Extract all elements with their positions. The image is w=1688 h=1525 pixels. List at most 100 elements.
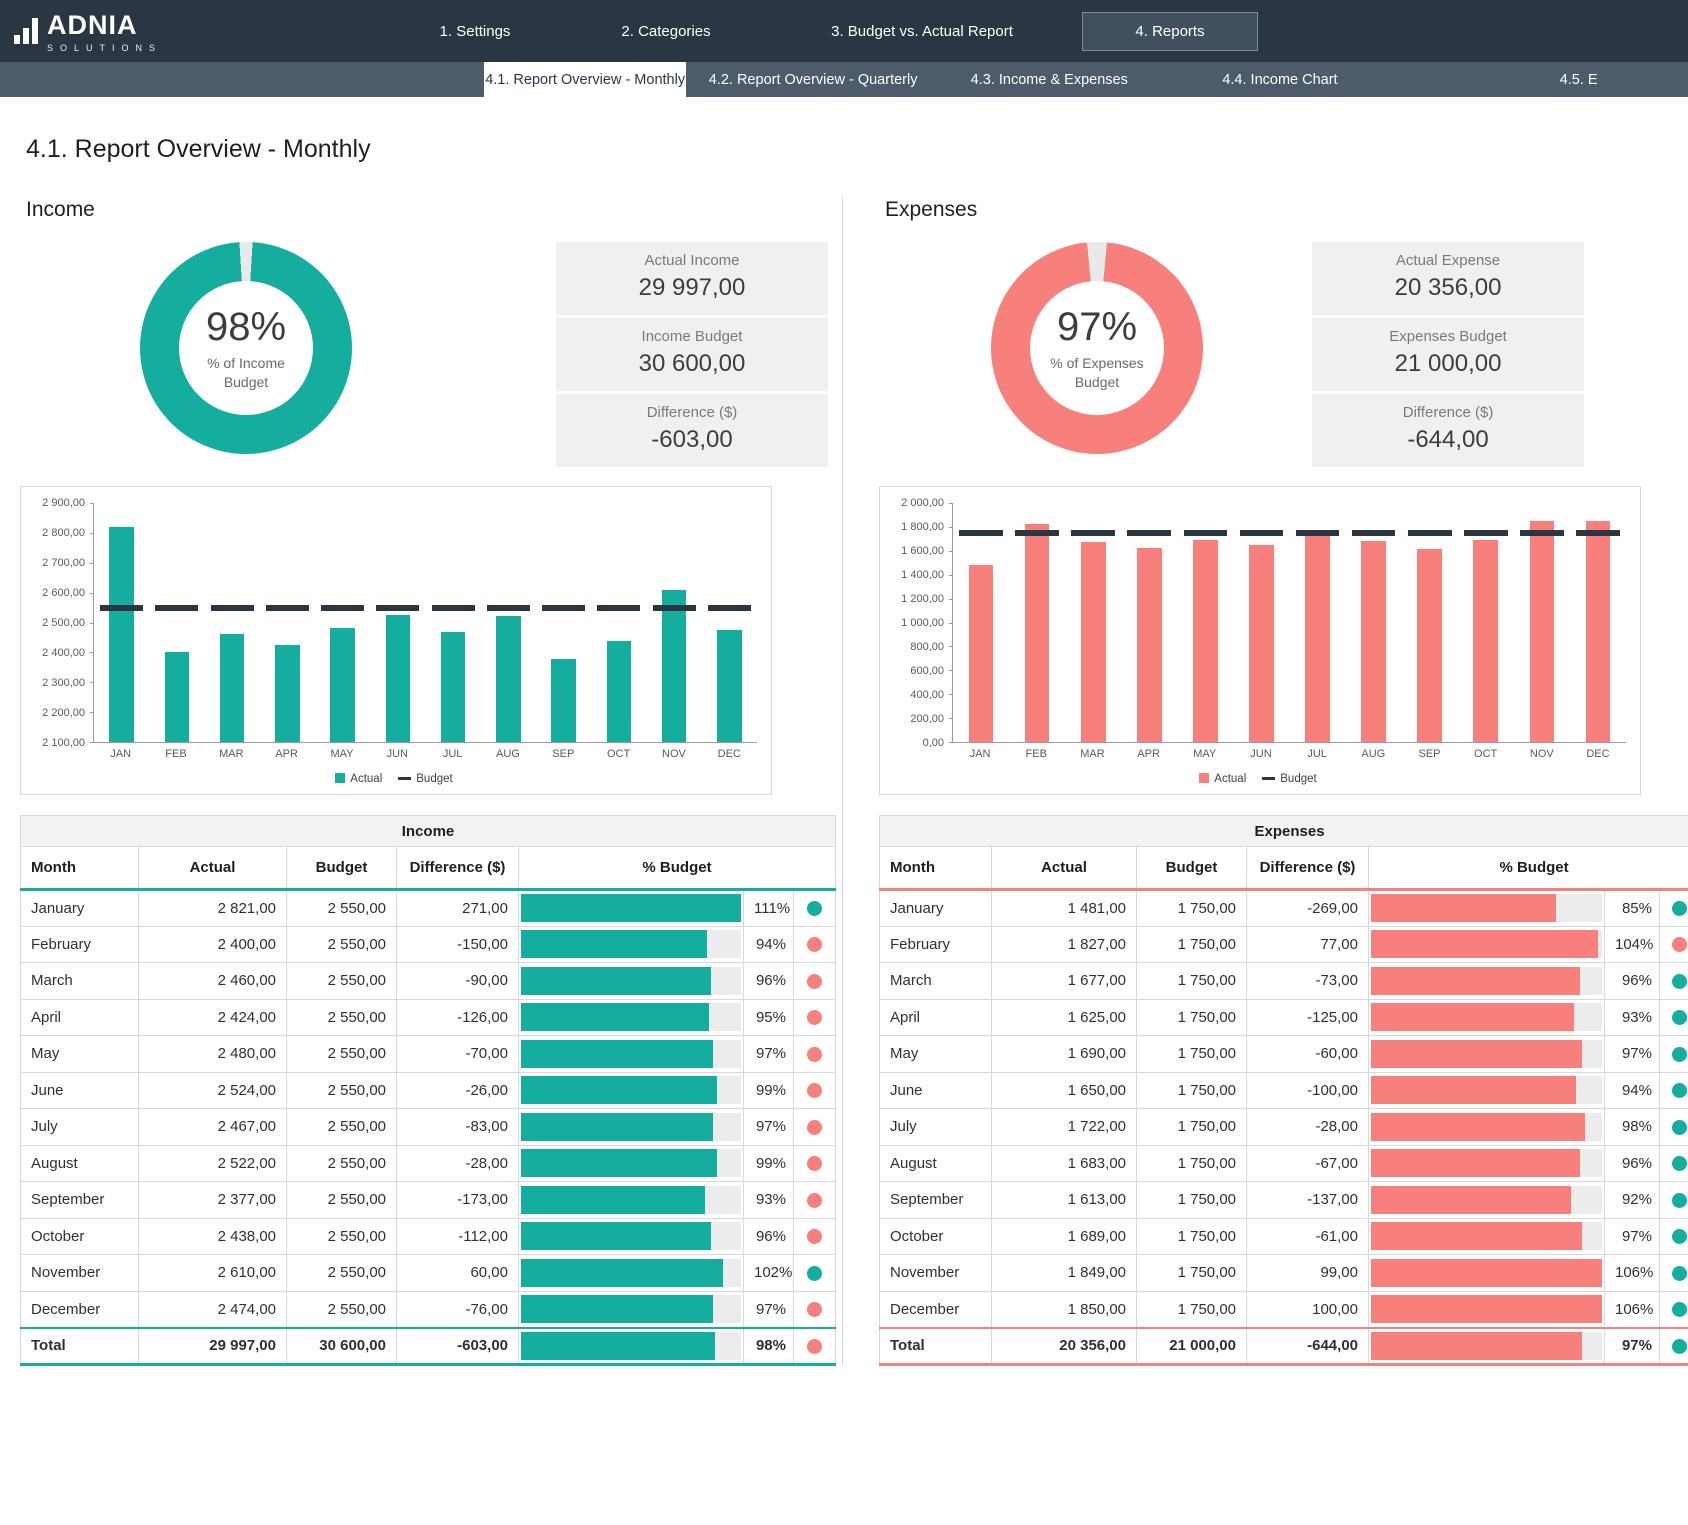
chart-legend: ActualBudget	[31, 766, 757, 792]
column-header: Actual	[992, 847, 1137, 890]
legend-actual: Actual	[1199, 773, 1246, 785]
data-bar-fill	[521, 967, 711, 995]
table-row: December1 850,001 750,00100,00106%	[880, 1291, 1688, 1328]
difference-cell: -125,00	[1247, 999, 1369, 1036]
percent-cell: 95%	[744, 999, 794, 1036]
expenses-section-title: Expenses	[885, 198, 1688, 222]
y-axis-tick-mark	[949, 670, 953, 671]
column-header: Actual	[139, 847, 287, 890]
x-axis-tick-label: MAR	[204, 748, 259, 766]
income-table: IncomeMonthActualBudgetDifference ($)% B…	[20, 815, 828, 1366]
subtab-report-overview-quarterly[interactable]: 4.2. Report Overview - Quarterly	[698, 62, 928, 97]
data-bar-fill	[521, 930, 707, 958]
stat-expenses-budget: Expenses Budget 21 000,00	[1312, 318, 1584, 391]
x-axis-tick-label: FEB	[148, 748, 203, 766]
status-dot-cell	[1660, 963, 1688, 1000]
data-bar-fill	[1371, 1113, 1585, 1141]
percent-budget-bar-cell	[1369, 1255, 1605, 1292]
data-bar-fill	[521, 1040, 713, 1068]
x-axis-tick-label: SEP	[1401, 748, 1457, 766]
percent-cell: 98%	[1605, 1109, 1660, 1146]
y-axis-tick-mark	[949, 623, 953, 624]
percent-budget-bar-cell	[519, 1036, 744, 1073]
budget-marker	[1408, 530, 1452, 536]
percent-budget-bar-cell	[519, 1109, 744, 1146]
y-axis-tick-label: 1 400,00	[901, 569, 944, 581]
expenses-bar-chart: 2 000,001 800,001 600,001 400,001 200,00…	[879, 486, 1641, 795]
actual-cell: 2 524,00	[139, 1072, 287, 1109]
tab-categories[interactable]: 2. Categories	[570, 13, 762, 50]
y-axis-tick-mark	[949, 527, 953, 528]
y-axis-tick-label: 2 400,00	[42, 647, 85, 659]
difference-cell: -61,00	[1247, 1218, 1369, 1255]
subtab-income-chart[interactable]: 4.4. Income Chart	[1171, 62, 1390, 97]
status-dot-icon	[807, 1193, 822, 1208]
status-dot-cell	[1660, 1182, 1688, 1219]
actual-cell: 1 677,00	[992, 963, 1137, 1000]
percent-budget-bar-cell	[1369, 1291, 1605, 1328]
income-bar-chart: 2 900,002 800,002 700,002 600,002 500,00…	[20, 486, 772, 795]
y-axis-tick-mark	[949, 694, 953, 695]
status-dot-cell	[1660, 1218, 1688, 1255]
table-title-row: Expenses	[880, 816, 1688, 847]
x-axis-tick-label: MAR	[1064, 748, 1120, 766]
data-bar-track	[1371, 1040, 1602, 1068]
budget-marker	[597, 605, 640, 611]
actual-cell: 2 377,00	[139, 1182, 287, 1219]
status-dot-icon	[1672, 1156, 1687, 1171]
budget-marker	[653, 605, 696, 611]
y-axis-tick-mark	[90, 742, 94, 743]
data-bar-fill	[521, 1222, 711, 1250]
subtab-income-expenses[interactable]: 4.3. Income & Expenses	[940, 62, 1159, 97]
budget-cell: 2 550,00	[287, 1291, 397, 1328]
month-cell: April	[880, 999, 992, 1036]
percent-cell: 85%	[1605, 890, 1660, 927]
status-dot-icon	[1672, 937, 1687, 952]
budget-marker	[1520, 530, 1564, 536]
budget-cell: 1 750,00	[1137, 1145, 1247, 1182]
y-axis-tick-label: 2 000,00	[901, 497, 944, 509]
status-dot-icon	[807, 1266, 822, 1281]
data-bar-track	[1371, 930, 1602, 958]
x-axis-tick-label: OCT	[591, 748, 646, 766]
difference-cell: -603,00	[397, 1328, 519, 1365]
budget-marker	[1071, 530, 1115, 536]
month-cell: June	[21, 1072, 139, 1109]
x-axis-tick-label: JUL	[1289, 748, 1345, 766]
data-bar-fill	[1371, 967, 1580, 995]
status-dot-cell	[794, 1218, 836, 1255]
subtab-truncated[interactable]: 4.5. E	[1469, 62, 1688, 97]
percent-cell: 92%	[1605, 1182, 1660, 1219]
difference-cell: -644,00	[1247, 1328, 1369, 1365]
data-bar-track	[1371, 1332, 1602, 1360]
percent-cell: 96%	[1605, 963, 1660, 1000]
tab-settings[interactable]: 1. Settings	[380, 13, 570, 50]
data-bar-fill	[1371, 1003, 1574, 1031]
data-bar-track	[521, 930, 741, 958]
income-donut-chart: 98% % of Income Budget	[140, 242, 352, 454]
percent-cell: 97%	[744, 1036, 794, 1073]
difference-cell: -67,00	[1247, 1145, 1369, 1182]
percent-budget-bar-cell	[1369, 963, 1605, 1000]
subtab-report-overview-monthly[interactable]: 4.1. Report Overview - Monthly	[484, 62, 686, 97]
y-axis-tick-mark	[90, 563, 94, 564]
table-row: September1 613,001 750,00-137,0092%	[880, 1182, 1688, 1219]
percent-budget-bar-cell	[519, 1182, 744, 1219]
actual-bar	[220, 634, 244, 742]
tab-budget-vs-actual-report[interactable]: 3. Budget vs. Actual Report	[762, 13, 1082, 50]
actual-cell: 1 689,00	[992, 1218, 1137, 1255]
percent-cell: 97%	[744, 1291, 794, 1328]
data-bar-track	[521, 1332, 741, 1360]
percent-cell: 93%	[744, 1182, 794, 1219]
actual-bar	[1137, 548, 1162, 742]
status-dot-cell	[794, 1182, 836, 1219]
x-axis-tick-label: JUN	[370, 748, 425, 766]
budget-marker	[1352, 530, 1396, 536]
difference-cell: -112,00	[397, 1218, 519, 1255]
data-bar-track	[1371, 894, 1602, 922]
table-row: June2 524,002 550,00-26,0099%	[21, 1072, 836, 1109]
chart-x-axis: JANFEBMARAPRMAYJUNJULAUGSEPOCTNOVDEC	[952, 748, 1626, 766]
tab-reports[interactable]: 4. Reports	[1082, 12, 1258, 51]
actual-cell: 1 827,00	[992, 926, 1137, 963]
column-header: Difference ($)	[397, 847, 519, 890]
